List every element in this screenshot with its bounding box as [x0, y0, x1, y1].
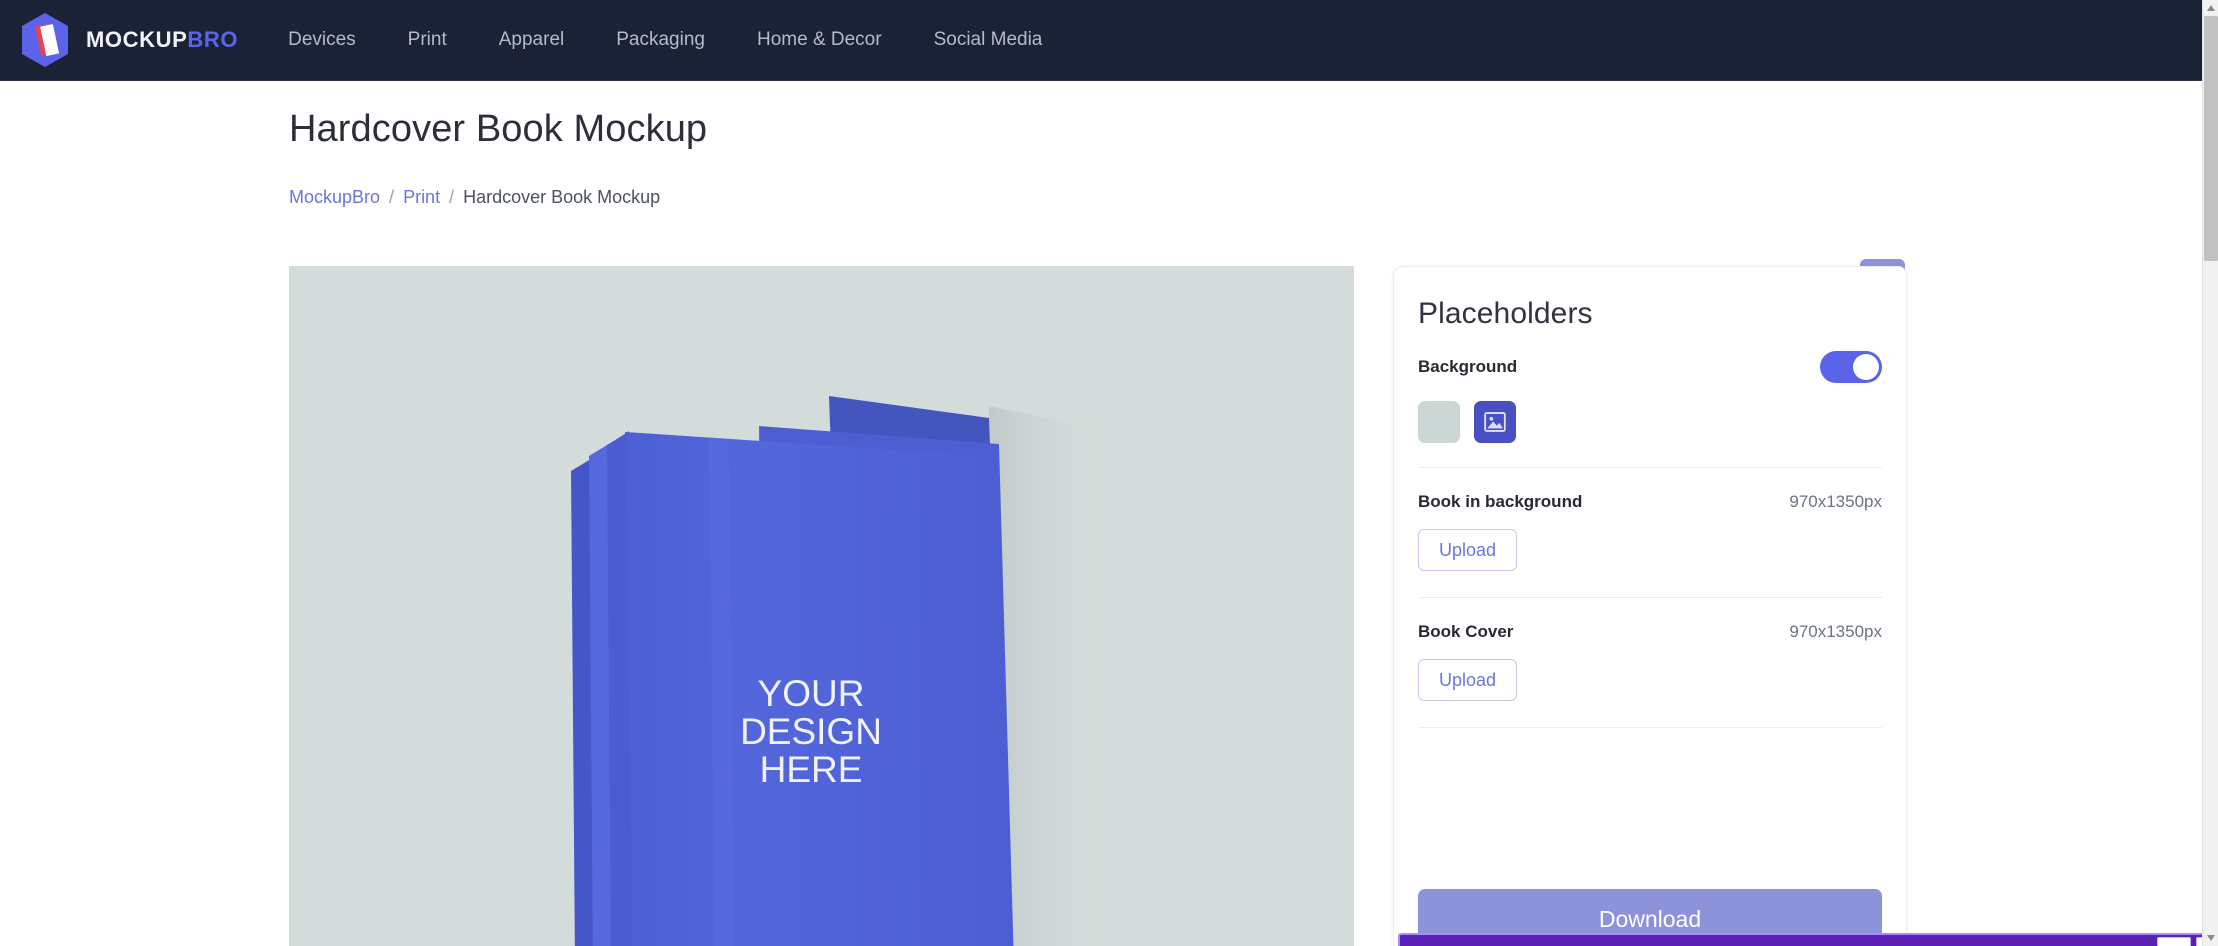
breadcrumb-separator-1: /: [389, 187, 395, 207]
brand-text: MOCKUPBRO: [86, 27, 238, 53]
bottom-bar-box-1[interactable]: [2157, 937, 2191, 946]
nav-item-print[interactable]: Print: [382, 29, 473, 51]
color-swatch[interactable]: [1418, 401, 1460, 443]
placeholder-dimensions: 970x1350px: [1789, 622, 1882, 641]
upload-button-book-in-background[interactable]: Upload: [1418, 529, 1518, 571]
nav-item-social-media[interactable]: Social Media: [908, 29, 1069, 51]
page-scrollbar[interactable]: [2202, 0, 2218, 946]
image-swatch[interactable]: [1474, 401, 1516, 443]
breadcrumb: MockupBro / Print / Hardcover Book Mocku…: [289, 187, 660, 208]
scrollbar-down-arrow[interactable]: [2203, 930, 2218, 946]
book-mockup-illustration: YOUR DESIGN HERE: [289, 266, 1354, 946]
placeholder-dimensions: 970x1350px: [1789, 492, 1882, 511]
breadcrumb-current: Hardcover Book Mockup: [463, 187, 661, 207]
panel-divider-3: [1418, 727, 1882, 728]
toggle-knob: [1853, 354, 1879, 380]
breadcrumb-separator-2: /: [449, 187, 455, 207]
main-menu: Devices Print Apparel Packaging Home & D…: [262, 29, 1068, 51]
placeholders-panel: Placeholders Background Book in backgrou…: [1393, 266, 1907, 946]
brand-logo-link[interactable]: MOCKUPBRO: [18, 11, 238, 69]
nav-item-devices[interactable]: Devices: [262, 29, 382, 51]
page-title: Hardcover Book Mockup: [289, 108, 708, 150]
design-text-line-2: DESIGN: [740, 711, 882, 752]
background-row: Background: [1418, 351, 1882, 383]
hexagon-book-logo-icon: [22, 13, 68, 67]
placeholder-label: Book in background: [1418, 492, 1583, 511]
brand-text-secondary: BRO: [187, 27, 239, 52]
chevron-down-icon: [2207, 935, 2215, 941]
top-navigation-bar: MOCKUPBRO Devices Print Apparel Packagin…: [0, 0, 2202, 81]
panel-title: Placeholders: [1418, 297, 1593, 330]
image-icon: [1484, 412, 1506, 432]
mockup-preview[interactable]: YOUR DESIGN HERE: [289, 266, 1354, 946]
browser-viewport: MOCKUPBRO Devices Print Apparel Packagin…: [0, 0, 2218, 946]
breadcrumb-link-root[interactable]: MockupBro: [289, 187, 380, 208]
design-text-line-1: YOUR: [758, 673, 865, 714]
background-swatches: [1418, 401, 1882, 443]
background-label: Background: [1418, 357, 1518, 376]
chevron-up-icon: [2207, 5, 2215, 11]
background-toggle[interactable]: [1820, 351, 1882, 383]
breadcrumb-link-category[interactable]: Print: [403, 187, 440, 208]
placeholder-label: Book Cover: [1418, 622, 1514, 641]
bottom-sticky-bar[interactable]: [1398, 933, 2218, 946]
upload-button-book-cover[interactable]: Upload: [1418, 659, 1518, 701]
brand-text-primary: MOCKUP: [86, 27, 188, 52]
placeholder-book-cover: Book Cover 970x1350px Upload: [1418, 598, 1882, 727]
nav-item-apparel[interactable]: Apparel: [473, 29, 591, 51]
scrollbar-up-arrow[interactable]: [2203, 0, 2218, 16]
nav-item-packaging[interactable]: Packaging: [590, 29, 731, 51]
nav-item-home-decor[interactable]: Home & Decor: [731, 29, 908, 51]
placeholder-book-in-background: Book in background 970x1350px Upload: [1418, 468, 1882, 597]
scrollbar-thumb[interactable]: [2204, 16, 2218, 261]
design-text-line-3: HERE: [760, 749, 863, 790]
